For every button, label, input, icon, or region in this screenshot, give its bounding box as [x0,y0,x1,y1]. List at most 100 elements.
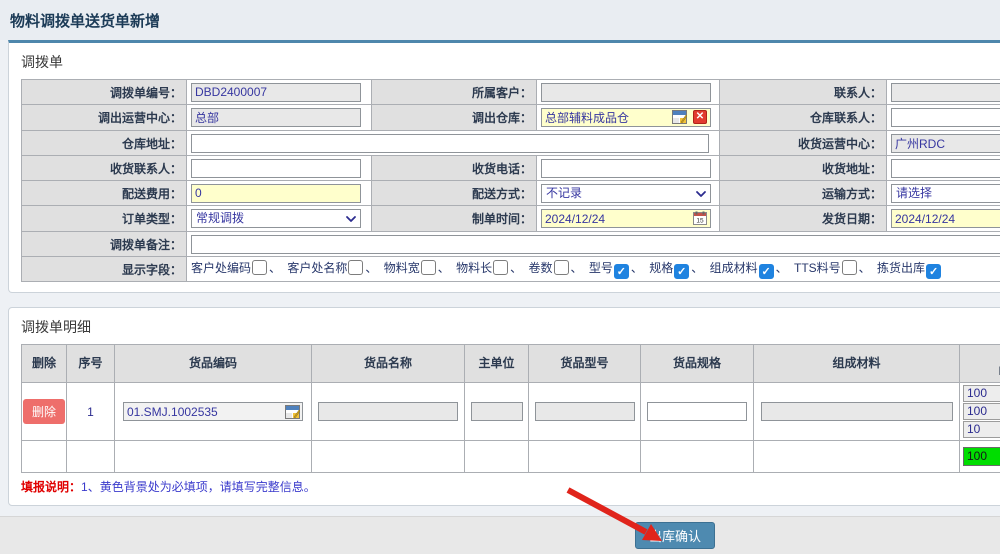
option-separator: 、 [776,261,788,275]
create-time-field[interactable] [541,209,711,228]
chevron-down-icon [695,188,707,203]
col-material: 组成材料 [754,345,960,383]
fill-instructions: 填报说明：1、黄色背景处为必填项，请填写完整信息。 [21,478,1000,495]
label-receive-address: 收货地址： [720,156,887,181]
col-seq: 序号 [67,345,115,383]
form-row: 显示字段： 客户处编码、 客户处名称、 物料宽、 物料长、 卷数、 型号、 规格… [22,257,1000,282]
lookup-icon[interactable] [672,110,687,127]
form-row: 收货联系人： 收货电话： 收货地址： [22,156,1000,181]
option-label: 拣货出库 [877,261,925,275]
contact-field[interactable] [891,83,1000,102]
checkbox-material-length[interactable] [493,260,508,275]
label-ship-date: 发货日期： [720,206,887,232]
note-text: 1、黄色背景处为必填项，请填写完整信息。 [81,480,316,494]
ship-date-field[interactable] [891,209,1000,228]
detail-row: 删除 1 100 100 10 [22,383,1000,441]
option-label: 型号 [589,261,613,275]
col-model: 货品型号 [529,345,641,383]
item-name-field[interactable] [318,402,458,421]
customer-field[interactable] [541,83,711,102]
warehouse-contact-field[interactable] [891,108,1000,127]
col-delete: 删除 [22,345,67,383]
checkbox-roll-count[interactable] [554,260,569,275]
detail-header-row: 删除 序号 货品编码 货品名称 主单位 货品型号 货品规格 组成材料 数量 M2… [22,345,1000,383]
label-order-no: 调拨单编号： [22,80,187,105]
option-label: 客户处编码 [191,261,251,275]
form-row: 配送费用： 配送方式： 不记录 运输方式： 请选择 [22,181,1000,206]
col-item-name: 货品名称 [312,345,465,383]
col-unit: 主单位 [465,345,529,383]
receive-center-field[interactable] [891,134,1000,153]
remark-field[interactable] [191,235,1000,254]
detail-row-empty: 100 [22,441,1000,473]
option-separator: 、 [631,261,643,275]
label-delivery-method: 配送方式： [372,181,537,206]
checkbox-customer-code[interactable] [252,260,267,275]
label-transport-method: 运输方式： [720,181,887,206]
option-label: TTS料号 [794,261,841,275]
note-label: 填报说明： [21,480,81,494]
page-title: 物料调拨单送货单新增 [10,10,160,31]
checkbox-pick-outbound[interactable] [926,264,941,279]
label-out-center: 调出运营中心： [22,105,187,131]
form-row: 订单类型： 常规调拨 制单时间： 15 发货日期： [22,206,1000,232]
option-label: 规格 [649,261,673,275]
qty-box-2: 100 [963,403,1000,420]
checkbox-spec[interactable] [674,264,689,279]
transport-method-select[interactable]: 请选择 [891,184,1000,203]
section-title-transfer-order: 调拨单 [9,43,1000,79]
label-delivery-fee: 配送费用： [22,181,187,206]
option-separator: 、 [571,261,583,275]
receive-phone-field[interactable] [541,159,711,178]
label-receive-center: 收货运营中心： [720,131,887,156]
receive-contact-field[interactable] [191,159,361,178]
warehouse-address-field[interactable] [191,134,709,153]
option-label: 客户处名称 [287,261,347,275]
option-label: 物料长 [456,261,492,275]
transfer-order-form: 调拨单编号： 所属客户： 联系人： 调出运营中心： 调出仓库： ✕ 仓库联系 [21,79,1000,282]
row-seq: 1 [67,383,115,441]
delivery-method-select[interactable]: 不记录 [541,184,711,203]
transfer-order-panel: 调拨单 调拨单编号： 所属客户： 联系人： 调出运营中心： 调出仓库： [8,40,1000,293]
transport-method-value: 请选择 [896,186,932,200]
label-warehouse-address: 仓库地址： [22,131,187,156]
col-item-code: 货品编码 [115,345,312,383]
checkbox-material-width[interactable] [421,260,436,275]
option-label: 卷数 [529,261,553,275]
option-label: 组成材料 [710,261,758,275]
model-field[interactable] [535,402,635,421]
unit-field[interactable] [471,402,523,421]
checkbox-customer-name[interactable] [348,260,363,275]
delivery-fee-field[interactable] [191,184,361,203]
order-type-select[interactable]: 常规调拨 [191,209,361,228]
spec-field[interactable] [647,402,747,421]
checkbox-model[interactable] [614,264,629,279]
calendar-icon[interactable]: 15 [693,211,707,228]
form-row: 调拨单备注： [22,232,1000,257]
option-separator: 、 [691,261,703,275]
label-receive-phone: 收货电话： [372,156,537,181]
option-separator: 、 [510,261,522,275]
delete-row-button[interactable]: 删除 [23,399,65,424]
option-separator: 、 [438,261,450,275]
out-center-field[interactable] [191,108,361,127]
form-row: 调拨单编号： 所属客户： 联系人： [22,80,1000,105]
delivery-method-value: 不记录 [546,186,582,200]
checkbox-tts-no[interactable] [842,260,857,275]
label-contact: 联系人： [720,80,887,105]
order-no-field[interactable] [191,83,361,102]
qty-header-line2: M2数 [961,364,1000,379]
title-bar: 物料调拨单送货单新增 [0,0,1000,40]
lookup-icon[interactable] [285,405,300,422]
checkbox-material-composition[interactable] [759,264,774,279]
outbound-confirm-button[interactable]: 出库确认 [635,522,715,549]
section-title-detail: 调拨单明细 [9,308,1000,344]
item-code-field[interactable] [123,402,303,421]
label-order-type: 订单类型： [22,206,187,232]
material-field[interactable] [761,402,953,421]
label-remark: 调拨单备注： [22,232,187,257]
receive-address-field[interactable] [891,159,1000,178]
qty-box-green[interactable]: 100 [963,447,1000,466]
clear-icon[interactable]: ✕ [693,110,707,124]
option-separator: 、 [365,261,377,275]
